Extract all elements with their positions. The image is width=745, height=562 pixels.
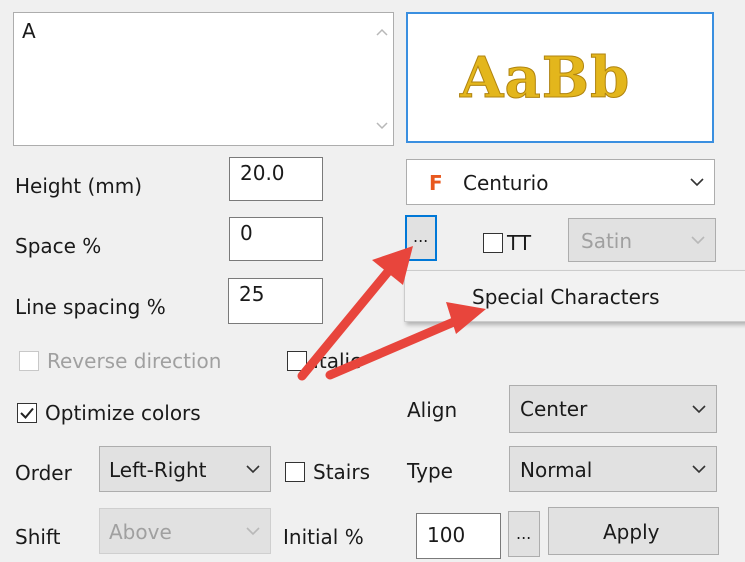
order-label: Order	[15, 461, 72, 485]
stairs-label: Stairs	[313, 460, 370, 484]
initial-input[interactable]: 100	[416, 513, 501, 559]
chevron-down-icon	[692, 465, 706, 474]
optimize-colors-label: Optimize colors	[45, 401, 201, 425]
type-select-value: Normal	[520, 458, 593, 482]
type-label: Type	[407, 459, 453, 483]
type-select[interactable]: Normal	[509, 446, 717, 492]
scroll-up-icon[interactable]	[371, 21, 393, 43]
initial-label: Initial %	[283, 525, 364, 549]
tt-checkbox[interactable]	[483, 233, 503, 253]
reverse-direction-checkbox[interactable]	[19, 351, 39, 371]
checkmark-icon	[20, 407, 34, 419]
shift-select[interactable]: Above	[99, 508, 271, 554]
stairs-checkbox[interactable]	[285, 462, 305, 482]
font-preview: AaBb	[406, 12, 714, 143]
initial-more-button[interactable]: ...	[508, 511, 540, 557]
chevron-down-icon	[246, 465, 260, 474]
height-label: Height (mm)	[15, 174, 143, 198]
chevron-down-icon	[690, 178, 704, 187]
optimize-colors-checkbox[interactable]	[17, 403, 37, 423]
height-input[interactable]: 20.0	[229, 157, 323, 201]
font-select-value: Centurio	[463, 171, 549, 195]
font-type-icon: F	[429, 171, 443, 195]
text-input-value: A	[22, 19, 36, 43]
apply-button[interactable]: Apply	[548, 507, 719, 555]
align-select-value: Center	[520, 397, 588, 421]
shift-select-value: Above	[109, 520, 172, 544]
reverse-direction-label: Reverse direction	[47, 349, 222, 373]
space-input[interactable]: 0	[229, 217, 323, 261]
shift-label: Shift	[15, 525, 61, 549]
text-scrollbar[interactable]	[371, 13, 393, 145]
chevron-down-icon	[691, 236, 705, 245]
chevron-down-icon	[246, 527, 260, 536]
chevron-down-icon	[692, 405, 706, 414]
italic-label: Italic	[313, 349, 362, 373]
more-button-label: ...	[413, 227, 429, 246]
stitch-type-select[interactable]: Satin	[568, 218, 716, 262]
context-menu: Special Characters	[404, 270, 745, 322]
tt-label: TT	[507, 231, 532, 255]
space-label: Space %	[15, 234, 102, 258]
order-select[interactable]: Left-Right	[99, 446, 271, 492]
stitch-type-value: Satin	[581, 229, 633, 253]
initial-more-label: ...	[516, 524, 532, 543]
italic-checkbox[interactable]	[287, 351, 307, 371]
special-chars-button[interactable]: ...	[405, 215, 437, 261]
line-spacing-input[interactable]: 25	[228, 278, 323, 324]
apply-button-label: Apply	[603, 520, 660, 544]
align-label: Align	[407, 398, 458, 422]
order-select-value: Left-Right	[109, 458, 207, 482]
font-select[interactable]: F Centurio	[406, 159, 715, 205]
text-input-area[interactable]: A	[13, 12, 394, 146]
line-spacing-label: Line spacing %	[15, 295, 166, 319]
scroll-down-icon[interactable]	[371, 115, 393, 137]
align-select[interactable]: Center	[509, 385, 717, 433]
menu-item-special-characters[interactable]: Special Characters	[472, 287, 660, 307]
font-preview-text: AaBb	[459, 45, 631, 111]
